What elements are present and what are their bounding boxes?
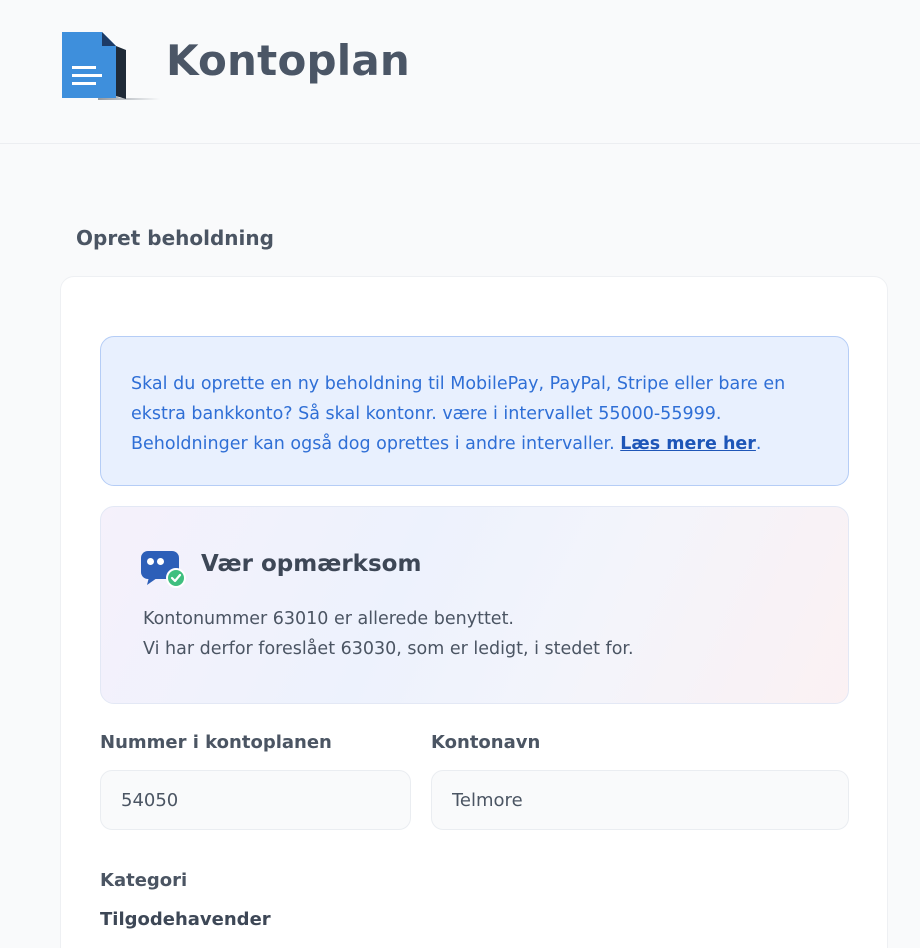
app-header: Kontoplan [0,0,920,144]
category-value: Tilgodehavender [100,909,271,930]
notice-line-1: Kontonummer 63010 er allerede benyttet. [143,609,514,629]
category-label: Kategori [100,870,188,891]
read-more-link[interactable]: Læs mere her [620,434,756,454]
info-box: Skal du oprette en ny beholdning til Mob… [100,336,849,486]
notice-box: Vær opmærksom Kontonummer 63010 er aller… [100,506,849,704]
app-title: Kontoplan [166,36,410,85]
account-number-label: Nummer i kontoplanen [100,732,332,753]
info-trailing: . [755,434,762,454]
account-name-label: Kontonavn [431,732,541,753]
account-number-input[interactable] [100,770,411,830]
notice-line-2: Vi har derfor foreslået 63030, som er le… [143,639,634,659]
info-text: Skal du oprette en ny beholdning til Mob… [131,369,818,459]
account-name-input[interactable] [431,770,849,830]
chat-check-icon [141,551,186,588]
document-icon [62,32,160,100]
section-title: Opret beholdning [76,226,274,250]
notice-title: Vær opmærksom [201,551,422,577]
